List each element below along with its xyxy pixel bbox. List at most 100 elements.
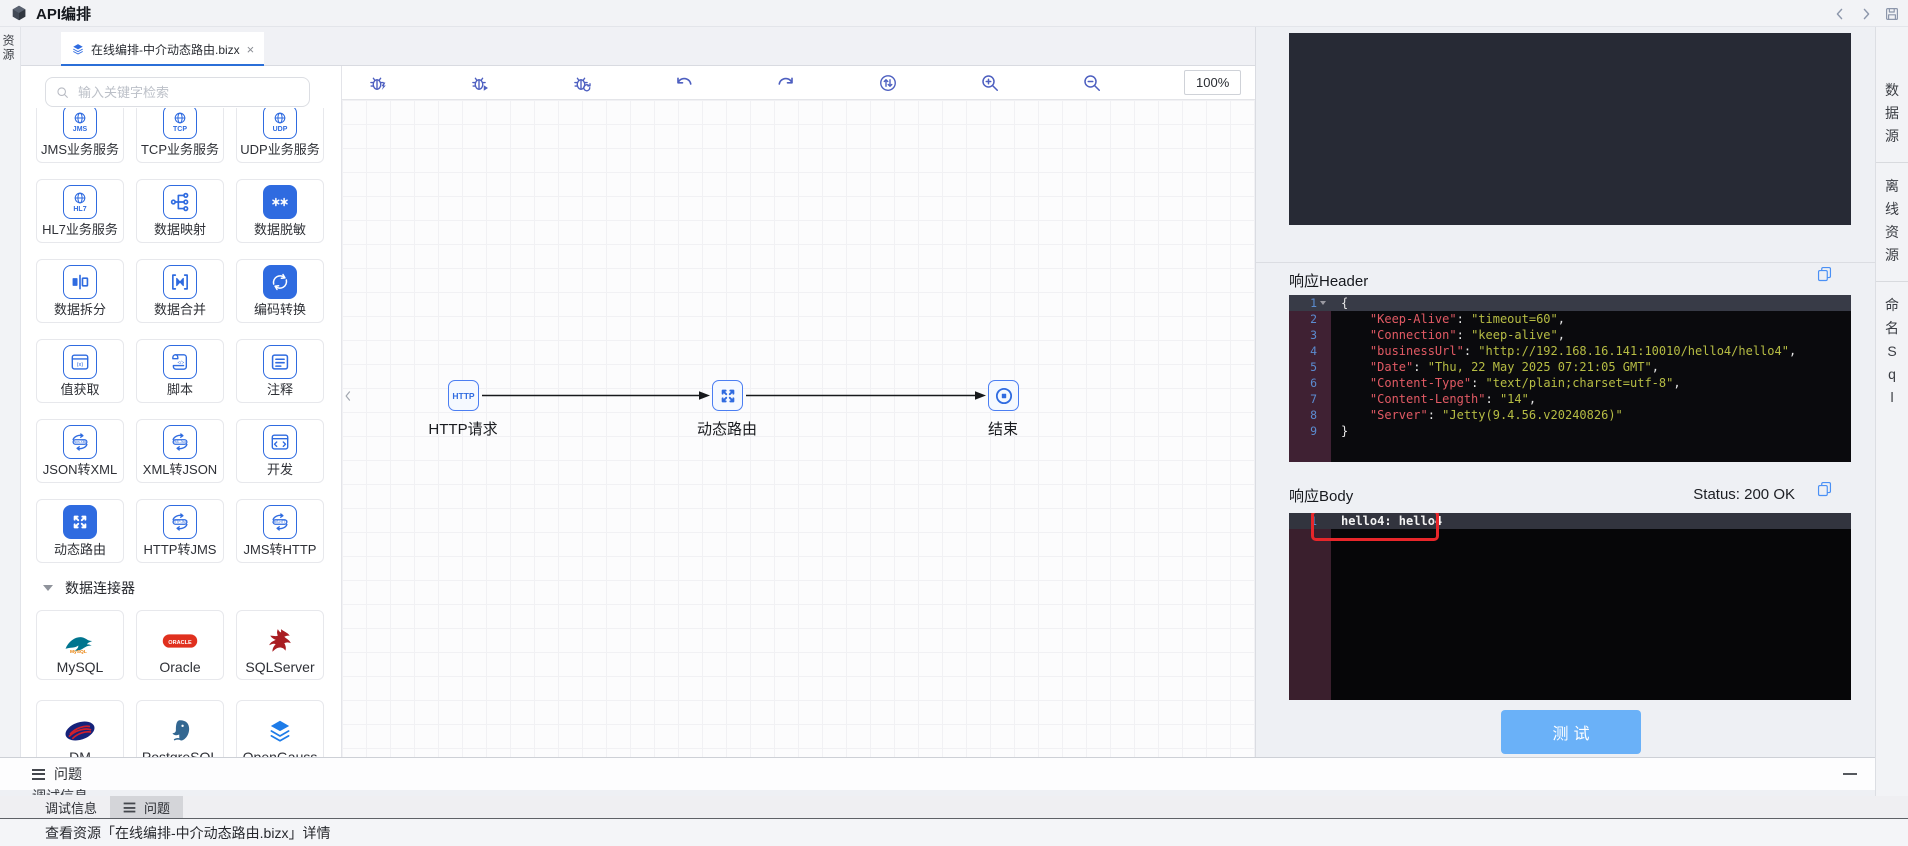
- request-editor-scrolled[interactable]: [1289, 33, 1851, 225]
- debug-run-icon[interactable]: [368, 73, 388, 93]
- collapse-palette-icon[interactable]: [342, 382, 356, 410]
- palette-item-label: JMS业务服务: [40, 142, 119, 157]
- connector-item-mysql[interactable]: MySQL MySQL: [36, 610, 124, 680]
- zoom-out-icon[interactable]: [1082, 73, 1102, 93]
- right-rail-tab-0[interactable]: 数据源: [1876, 67, 1908, 163]
- palette-item-comment[interactable]: 注释: [236, 339, 324, 403]
- palette-item-value-get[interactable]: (x) 值获取: [36, 339, 124, 403]
- palette-item-encoding-convert[interactable]: 编码转换: [236, 259, 324, 323]
- bottom-tab-1[interactable]: 问题: [110, 796, 184, 818]
- palette-scroll-area[interactable]: JMS JMS业务服务 TCP TCP业务服务 UDP UDP业务服务 HL7 HL7业务服务…: [21, 108, 341, 757]
- response-body-title: 响应Body: [1289, 488, 1354, 505]
- flow-canvas[interactable]: HTTP HTTP请求 动态路由 结束: [342, 100, 1255, 757]
- palette-item-data-masking[interactable]: 数据脱敏: [236, 179, 324, 243]
- code-rows: 1{2 "Keep-Alive": "timeout=60", 3 "Connec…: [1289, 295, 1851, 439]
- connector-grid: MySQL MySQL ORACLE Oracle SQLServer DM Postgre…: [36, 610, 341, 757]
- palette-item-jms-to-http[interactable]: JMS-HTTP JMS转HTTP: [236, 499, 324, 563]
- zoom-in-icon[interactable]: [980, 73, 1000, 93]
- palette-item-http-to-jms[interactable]: HTTP-JMS HTTP转JMS: [136, 499, 224, 563]
- code-line: 4 "businessUrl": "http://192.168.16.141:…: [1310, 344, 1797, 358]
- right-rail-tab-2[interactable]: 命名Sql: [1876, 282, 1908, 423]
- palette-grid: JMS JMS业务服务 TCP TCP业务服务 UDP UDP业务服务 HL7 HL7业务服务…: [36, 108, 341, 563]
- node-end[interactable]: [988, 380, 1019, 411]
- connector-item-label: SQLServer: [245, 659, 315, 675]
- palette-item-data-split[interactable]: 数据拆分: [36, 259, 124, 323]
- connector-item-label: PostgreSQL: [141, 749, 219, 757]
- copy-header-icon[interactable]: [1816, 265, 1833, 282]
- connector-item-dm[interactable]: DM: [36, 700, 124, 757]
- code-line: 9}: [1310, 424, 1349, 438]
- script-icon: </>: [163, 345, 197, 379]
- collapse-triangle-icon: [43, 585, 53, 591]
- search-input[interactable]: [76, 83, 299, 101]
- file-tab-active[interactable]: 在线编排-中介动态路由.bizx ×: [61, 32, 265, 67]
- save-icon[interactable]: [1884, 6, 1900, 22]
- copy-body-icon[interactable]: [1816, 480, 1833, 497]
- problems-header-bar[interactable]: 问题: [0, 757, 1875, 790]
- node-dynamic-route[interactable]: [712, 380, 743, 411]
- editor-gutter: [1289, 513, 1331, 700]
- palette-search[interactable]: [45, 77, 310, 107]
- debug-restart-icon[interactable]: [572, 73, 592, 93]
- nav-forward-icon[interactable]: [1858, 6, 1874, 22]
- red-highlight-annotation: [1311, 513, 1439, 541]
- api-orchestration-app: API编排 资源 在线编排-中介动态路由.bizx × JMS JMS业务服务 TC…: [0, 0, 1908, 846]
- debug-step-icon[interactable]: [470, 73, 490, 93]
- svg-text:XML-Json: XML-Json: [173, 440, 187, 444]
- status-text: 查看资源「在线编排-中介动态路由.bizx」详情: [45, 824, 331, 841]
- problems-title: 问题: [54, 766, 82, 782]
- palette-item-xml-to-json[interactable]: XML-Json XML转JSON: [136, 419, 224, 483]
- zoom-level-display[interactable]: 100%: [1184, 70, 1242, 95]
- palette-item-udp-service[interactable]: UDP UDP业务服务: [236, 108, 324, 163]
- redo-icon[interactable]: [776, 73, 796, 93]
- palette-item-develop[interactable]: 开发: [236, 419, 324, 483]
- value-get-icon: (x): [63, 345, 97, 379]
- node-http-request[interactable]: HTTP: [448, 380, 479, 411]
- left-rail-tab-resources[interactable]: 资源: [0, 34, 20, 62]
- palette-item-tcp-service[interactable]: TCP TCP业务服务: [136, 108, 224, 163]
- section-data-connectors[interactable]: 数据连接器: [43, 578, 341, 598]
- test-inspector-panel: 响应Header 1{2 "Keep-Alive": "timeout=60",…: [1255, 27, 1876, 757]
- palette-item-data-mapping[interactable]: 数据映射: [136, 179, 224, 243]
- oracle-logo-icon: ORACLE: [160, 626, 200, 656]
- clipped-panel-text: 调试信息: [32, 789, 152, 795]
- list-icon: [32, 768, 45, 780]
- close-tab-icon[interactable]: ×: [247, 43, 255, 56]
- section-label: 数据连接器: [65, 580, 135, 596]
- test-button[interactable]: 测试: [1501, 710, 1641, 754]
- panel-divider: [1256, 262, 1876, 263]
- palette-item-script[interactable]: </> 脚本: [136, 339, 224, 403]
- connector-item-opengauss[interactable]: OpenGauss: [236, 700, 324, 757]
- dynamic-route-icon: [63, 505, 97, 539]
- connector-item-sqlserver[interactable]: SQLServer: [236, 610, 324, 680]
- palette-item-hl7-service[interactable]: HL7 HL7业务服务: [36, 179, 124, 243]
- titlebar: API编排: [0, 0, 1908, 27]
- dm-logo-icon: [60, 716, 100, 746]
- response-body-editor[interactable]: 1 hello4: hello4: [1289, 513, 1851, 700]
- data-masking-icon: [263, 185, 297, 219]
- palette-item-data-merge[interactable]: 数据合并: [136, 259, 224, 323]
- data-split-icon: [63, 265, 97, 299]
- palette-item-dynamic-route[interactable]: 动态路由: [36, 499, 124, 563]
- connector-item-label: OpenGauss: [242, 749, 318, 757]
- node-dynamic-route-label: 动态路由: [696, 421, 757, 438]
- connector-item-label: Oracle: [159, 659, 201, 675]
- nav-back-icon[interactable]: [1832, 6, 1848, 22]
- udp-service-icon: UDP: [263, 108, 297, 139]
- code-line: 5 "Date": "Thu, 22 May 2025 07:21:05 GMT…: [1310, 360, 1659, 374]
- bottom-tabbar: 调试信息 问题: [0, 796, 1908, 818]
- connector-item-oracle[interactable]: ORACLE Oracle: [136, 610, 224, 680]
- undo-icon[interactable]: [674, 73, 694, 93]
- bottom-tab-0[interactable]: 调试信息: [32, 796, 110, 818]
- svg-text:(x): (x): [77, 362, 84, 368]
- palette-item-label: TCP业务服务: [140, 142, 219, 157]
- palette-item-jms-service[interactable]: JMS JMS业务服务: [36, 108, 124, 163]
- minimize-panel-icon[interactable]: [1843, 773, 1857, 775]
- response-header-editor[interactable]: 1{2 "Keep-Alive": "timeout=60", 3 "Connec…: [1289, 295, 1851, 462]
- titlebar-actions: [1832, 0, 1900, 27]
- connector-item-postgresql[interactable]: PostgreSQL: [136, 700, 224, 757]
- right-rail-tab-1[interactable]: 离线资源: [1876, 163, 1908, 282]
- swap-direction-icon[interactable]: [878, 73, 898, 93]
- end-node-icon: [995, 387, 1012, 404]
- palette-item-json-to-xml[interactable]: Json-XML JSON转XML: [36, 419, 124, 483]
